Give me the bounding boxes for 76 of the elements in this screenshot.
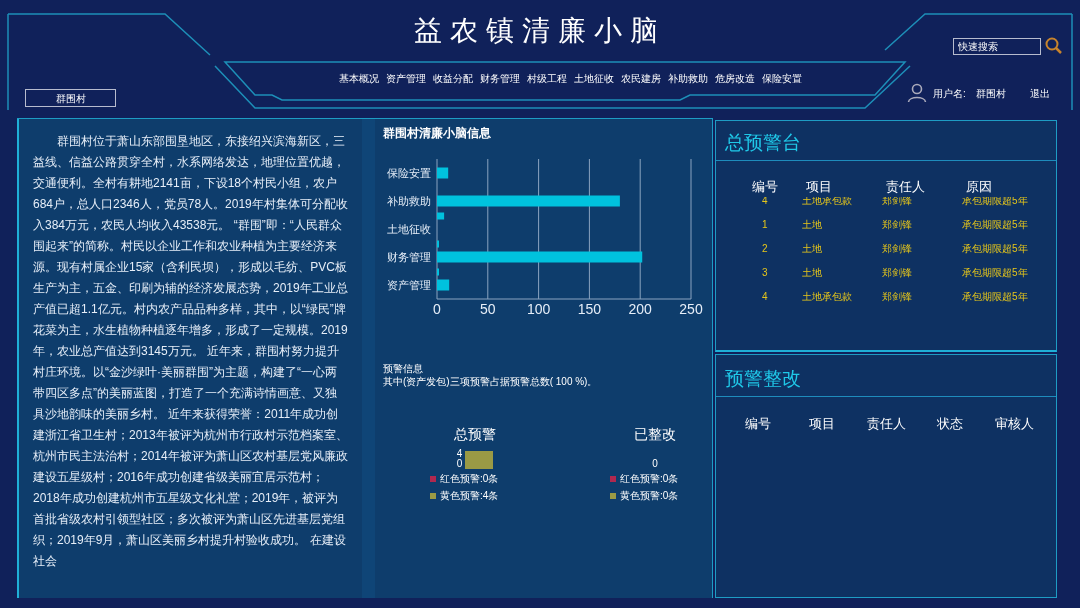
panel-title: 预警整改 bbox=[716, 355, 1056, 397]
bar-value-label: 4 bbox=[456, 449, 463, 459]
table-cell-text: 承包期限超5年 bbox=[962, 242, 1029, 256]
bar-value-label: 0 bbox=[652, 459, 658, 469]
table-cell-text: 郑剑锋 bbox=[882, 290, 913, 304]
bar-value-label: 0 bbox=[456, 459, 463, 469]
legend-label: 红色预警:0条 bbox=[440, 472, 499, 486]
column-header: 项目 bbox=[806, 178, 833, 196]
bar bbox=[437, 212, 445, 220]
axis-tick-label: 0 bbox=[433, 301, 441, 317]
column-header: 责任人 bbox=[886, 178, 926, 196]
column-header: 状态 bbox=[936, 415, 964, 433]
bar bbox=[437, 279, 450, 291]
panel-title: 总预警台 bbox=[716, 121, 1056, 161]
username: 群围村 bbox=[975, 86, 1006, 101]
village-button[interactable]: 群围村 bbox=[25, 89, 116, 107]
nav-link[interactable]: 保险安置 bbox=[761, 71, 802, 86]
axis-tick-label: 150 bbox=[577, 301, 602, 317]
table-cell-text: 承包期限超5年 bbox=[962, 218, 1029, 232]
intro-text: 群围村位于萧山东部围垦地区，东接绍兴滨海新区，三益线、信益公路贯穿全村，水系网络发达，地理位置优越，交通便利。全村有耕地2141亩，下设18个村民小组，农户684户，总人口2346人，党员78人。2019年村集体可分配收入384万元，农民人均收入43538元。 “群围”即：“人民群众围起来”的简称。村民以企业工作和农业种植为主要经济来源。现有村属企业15家（含利民坝），形成以毛纺、PVC板生产为主，五金、印刷为辅的经济发展态势，2019年工业总产值已超1.1亿元。村内农产品品种多样，其中，以“绿民”牌花菜为主，水生植物种植逐年增多，形成了一定规模。2019年，农业总产值达到3145万元。 近年来，群围村努力提升村庄环境。以“金沙绿叶·美丽群围”为主题，构建了“一心两带四区多点”的美丽蓝图，打造了一个充满诗情画意、又独具沙地韵味的美丽乡村。 近年来获得荣誉：2011年成功创建浙江省卫生村；2013年被评为杭州市行政村示范档案室、杭州市民主法治村；2014年被评为萧山区农村基层党风廉政建设五星级村；2016年成功创建省级美丽宜居示范村；2018年成功创建杭州市五星级文化礼堂；2019年，被评为首批省级农村引领型社区；多次被评为萧山区先进基层党组织；2019年9月，萧山区美丽乡村提升村验收成功。 在建设社会 bbox=[33, 133, 348, 570]
axis-tick-label: 200 bbox=[628, 301, 652, 317]
table-cell-text: 郑剑锋 bbox=[882, 218, 913, 232]
table-cell-text: 1 bbox=[762, 218, 769, 232]
column-header: 编号 bbox=[752, 178, 779, 196]
axis-tick-label: 50 bbox=[480, 301, 496, 317]
search-field[interactable]: 快速搜索 bbox=[953, 37, 1041, 55]
summary-title: 总预警 bbox=[454, 425, 496, 444]
table-cell-text: 郑剑锋 bbox=[882, 196, 913, 208]
warning-heading: 预警信息 bbox=[383, 362, 423, 376]
table-cell-text: 3 bbox=[762, 266, 769, 280]
table-cell-text: 土地承包款 bbox=[802, 290, 853, 304]
table-cell-text: 2 bbox=[762, 242, 769, 256]
user-icon bbox=[907, 83, 927, 103]
axis-tick-label: 100 bbox=[526, 301, 551, 317]
panel-title: 群围村清廉小脑信息 bbox=[383, 125, 491, 142]
legend-label: 红色预警:0条 bbox=[620, 472, 679, 486]
column-header: 编号 bbox=[744, 415, 772, 433]
nav-link[interactable]: 资产管理 bbox=[385, 71, 426, 86]
bar bbox=[437, 167, 449, 179]
table-cell-text: 承包期限超5年 bbox=[962, 290, 1029, 304]
axis-category-label: 资产管理 bbox=[387, 279, 431, 291]
column-header: 原因 bbox=[966, 178, 993, 196]
legend-label: 黄色预警:4条 bbox=[440, 489, 499, 503]
axis-category-label: 财务管理 bbox=[387, 251, 431, 263]
nav-link[interactable]: 村级工程 bbox=[526, 71, 567, 86]
logout-link[interactable]: 退出 bbox=[1029, 85, 1050, 101]
column-header: 审核人 bbox=[993, 415, 1035, 433]
nav-link[interactable]: 农民建房 bbox=[620, 71, 661, 86]
axis-category-label: 补助救助 bbox=[387, 195, 431, 207]
table-cell-text: 土地承包款 bbox=[802, 196, 853, 208]
column-header: 项目 bbox=[808, 415, 836, 433]
table-cell-text: 郑剑锋 bbox=[882, 266, 913, 280]
axis-tick-label: 250 bbox=[679, 301, 703, 317]
column-header: 责任人 bbox=[865, 415, 907, 433]
username-label: 用户名: bbox=[933, 86, 966, 101]
axis-category-label: 保险安置 bbox=[387, 167, 431, 179]
nav-link[interactable]: 财务管理 bbox=[479, 71, 520, 86]
table-cell-text: 土地 bbox=[802, 242, 823, 256]
table-cell-text: 土地 bbox=[802, 218, 823, 232]
table-cell-text: 承包期限超5年 bbox=[962, 196, 1029, 208]
axis-category-label: 土地征收 bbox=[387, 223, 431, 235]
nav-link[interactable]: 土地征收 bbox=[573, 71, 614, 86]
nav-link[interactable]: 收益分配 bbox=[432, 71, 473, 86]
warning-text: 其中(资产发包)三项预警占据预警总数( 100 %)。 bbox=[383, 375, 598, 389]
table-cell-text: 4 bbox=[762, 290, 769, 304]
table-cell-text: 土地 bbox=[802, 266, 823, 280]
legend-label: 黄色预警:0条 bbox=[620, 489, 679, 503]
table-cell-text: 4 bbox=[762, 196, 769, 208]
search-icon[interactable] bbox=[1045, 37, 1063, 55]
nav-link[interactable]: 基本概况 bbox=[338, 71, 379, 86]
table-cell-text: 承包期限超5年 bbox=[962, 266, 1029, 280]
page-title: 益农镇清廉小脑 bbox=[414, 14, 666, 48]
table-cell-text: 郑剑锋 bbox=[882, 242, 913, 256]
nav-link[interactable]: 危房改造 bbox=[714, 71, 755, 86]
nav-link[interactable]: 补助救助 bbox=[667, 71, 708, 86]
summary-title: 已整改 bbox=[634, 425, 676, 444]
